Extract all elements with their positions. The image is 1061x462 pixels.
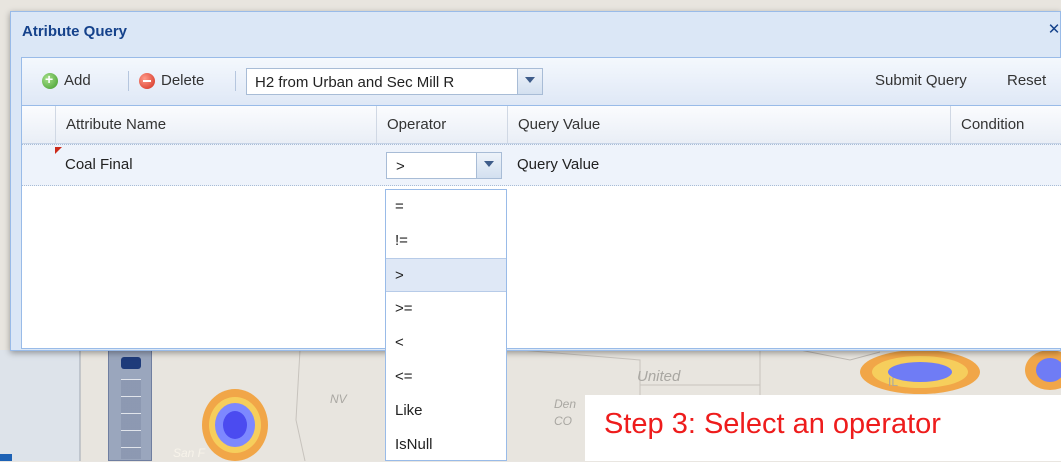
map-label: Den xyxy=(554,397,577,411)
delete-icon xyxy=(139,72,155,89)
query-layer-select-value: H2 from Urban and Sec Mill R xyxy=(255,74,455,91)
attribute-query-dialog: Atribute Query ✕ Add Delete H2 from Urba… xyxy=(10,11,1061,351)
operator-select-value: > xyxy=(396,158,405,175)
heat-spot xyxy=(860,350,980,394)
chevron-down-icon xyxy=(484,161,494,167)
delete-button[interactable]: Delete xyxy=(139,72,204,89)
chevron-down-icon xyxy=(525,77,535,83)
operator-option[interactable]: < xyxy=(386,326,506,360)
map-ocean xyxy=(0,350,80,461)
step-caption: Step 3: Select an operator xyxy=(585,395,1061,461)
operator-select-trigger[interactable] xyxy=(476,153,501,178)
operator-option[interactable]: IsNull xyxy=(386,428,506,462)
toolbar-separator xyxy=(235,71,236,91)
query-layer-select[interactable]: H2 from Urban and Sec Mill R xyxy=(246,68,543,95)
map-label: United xyxy=(637,368,681,385)
operator-option[interactable]: >= xyxy=(386,292,506,326)
page-accent-bar xyxy=(0,454,12,461)
map-border xyxy=(295,349,306,461)
dialog-title: Atribute Query xyxy=(22,23,128,40)
map-border xyxy=(799,349,881,361)
column-header-attribute[interactable]: Attribute Name xyxy=(55,106,376,143)
dialog-body: Add Delete H2 from Urban and Sec Mill R … xyxy=(21,57,1061,349)
add-button[interactable]: Add xyxy=(42,71,91,89)
table-row[interactable]: Coal Final > Query Value xyxy=(22,144,1061,186)
operator-select[interactable]: > xyxy=(386,152,502,179)
operator-option-selected[interactable]: > xyxy=(386,258,506,292)
map-zoom-slider[interactable] xyxy=(108,348,152,461)
cell-condition[interactable] xyxy=(950,145,1061,185)
column-header-query-value[interactable]: Query Value xyxy=(507,106,950,143)
operator-option[interactable]: != xyxy=(386,224,506,258)
map-label: San F xyxy=(173,446,206,460)
cell-query-value[interactable]: Query Value xyxy=(507,145,950,185)
grid-header: Attribute Name Operator Query Value Cond… xyxy=(22,106,1061,144)
close-icon[interactable]: ✕ xyxy=(1046,22,1061,38)
query-layer-select-trigger[interactable] xyxy=(517,69,542,94)
map-label: NV xyxy=(330,392,347,406)
row-marker-column xyxy=(22,106,55,143)
add-button-label: Add xyxy=(64,72,91,89)
column-header-condition[interactable]: Condition xyxy=(950,106,1061,143)
map-label: CO xyxy=(554,414,572,428)
operator-option[interactable]: <= xyxy=(386,360,506,394)
heat-spot xyxy=(1025,350,1061,390)
add-icon xyxy=(42,71,58,89)
reset-button[interactable]: Reset xyxy=(1007,72,1046,89)
map-label: IL xyxy=(888,375,899,389)
cell-attribute[interactable]: Coal Final xyxy=(55,145,376,185)
operator-dropdown-list: = != > >= < <= Like IsNull xyxy=(385,189,507,461)
delete-button-label: Delete xyxy=(161,72,205,89)
toolbar-separator xyxy=(128,71,129,91)
operator-option[interactable]: = xyxy=(386,190,506,224)
zoom-slider-thumb[interactable] xyxy=(121,357,141,369)
step-caption-text: Step 3: Select an operator xyxy=(604,408,941,440)
column-header-operator[interactable]: Operator xyxy=(376,106,507,143)
operator-option[interactable]: Like xyxy=(386,394,506,428)
query-toolbar: Add Delete H2 from Urban and Sec Mill R … xyxy=(22,58,1061,106)
dialog-header[interactable]: Atribute Query ✕ xyxy=(11,12,1060,46)
heat-spot xyxy=(202,389,268,461)
submit-query-button[interactable]: Submit Query xyxy=(875,72,967,89)
zoom-slider-ticks xyxy=(121,379,141,459)
